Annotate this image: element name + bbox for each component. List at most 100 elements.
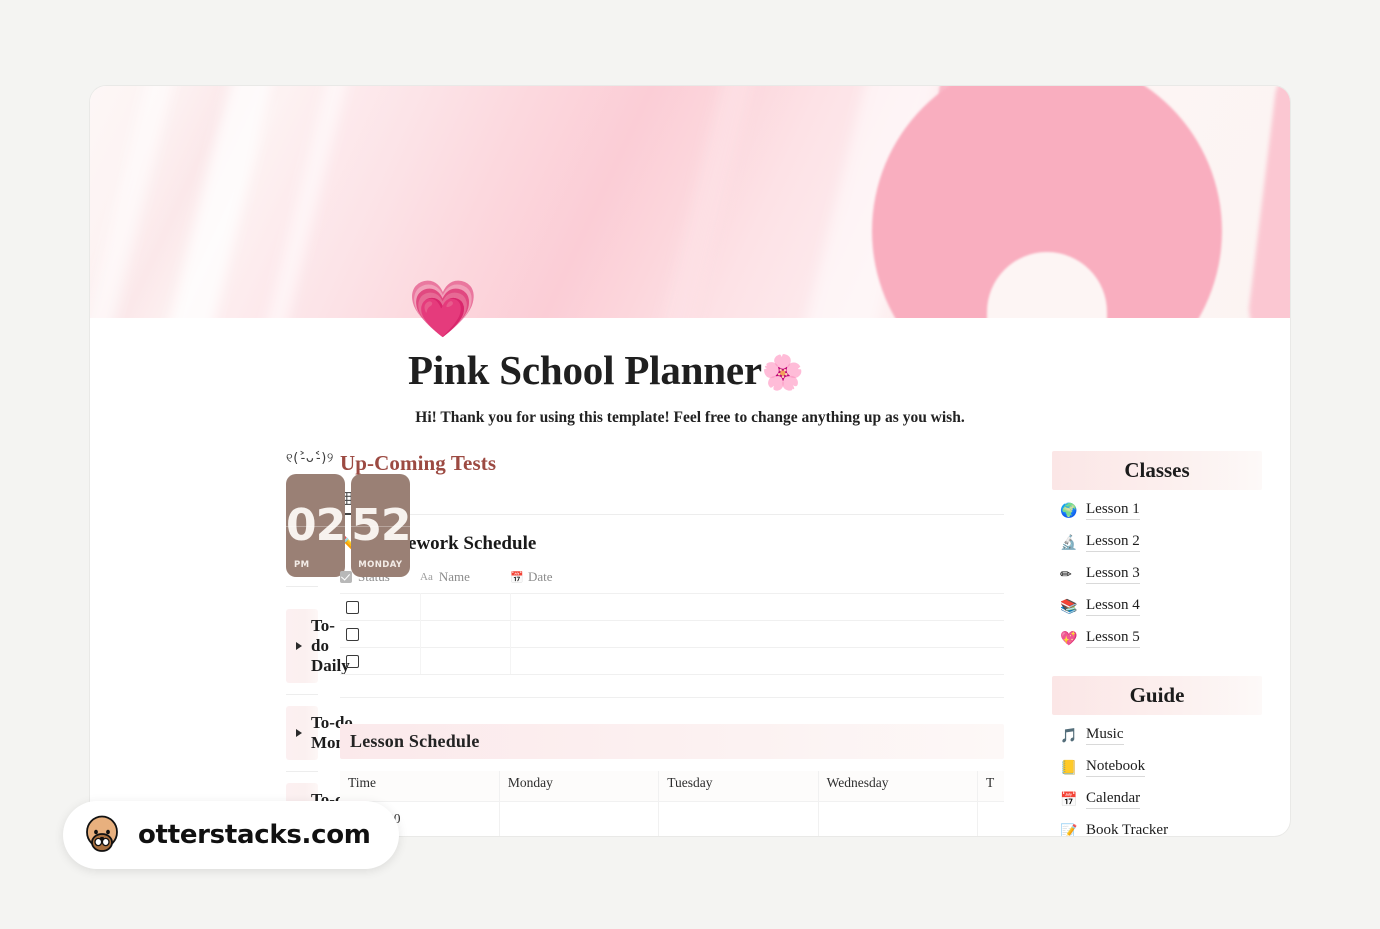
column-header-thursday[interactable]: T <box>977 771 1004 802</box>
checkbox-icon <box>340 571 352 584</box>
row-checkbox[interactable] <box>346 654 359 668</box>
class-link-label: Lesson 2 <box>1086 533 1140 553</box>
column-header-wednesday[interactable]: Wednesday <box>818 771 978 802</box>
cell-name[interactable] <box>420 593 511 621</box>
music-note-icon: 🎵 <box>1060 727 1078 744</box>
divider <box>286 694 318 696</box>
clock-hour-value: 02 <box>286 499 346 551</box>
table-row[interactable]: 8:00-9:00 <box>340 801 1004 836</box>
column-header-name[interactable]: Aa Name <box>420 569 510 594</box>
cover-banner[interactable] <box>90 86 1290 318</box>
guide-link-label: Book Tracker <box>1086 822 1168 836</box>
divider <box>286 771 318 773</box>
guide-link-music[interactable]: 🎵 Music <box>1052 719 1262 751</box>
guide-link-label: Calendar <box>1086 790 1141 810</box>
title-block: Pink School Planner🌸 Hi! Thank you for u… <box>90 318 1290 427</box>
right-column: Classes 🌍 Lesson 1 🔬 Lesson 2 ✏ Lesson 3 <box>1032 451 1262 836</box>
heart-icon: 💖 <box>1060 630 1078 647</box>
calendar-icon: 📅 <box>510 571 524 585</box>
cell-date[interactable] <box>510 593 1004 621</box>
cherry-blossom-icon: 🌸 <box>761 353 805 393</box>
cell-date[interactable] <box>510 647 1004 676</box>
pencil-icon: ✏ <box>1060 566 1072 583</box>
globe-icon: 🌍 <box>1060 502 1078 519</box>
growing-heart-icon[interactable]: 💗 <box>408 282 478 338</box>
class-link-lesson-3[interactable]: ✏ Lesson 3 <box>1052 558 1262 590</box>
guide-link-label: Music <box>1086 726 1124 746</box>
homework-schedule-title: ✏️ Homework Schedule <box>340 533 1004 555</box>
flip-clock-widget[interactable]: 02 PM 52 MONDAY <box>286 474 411 578</box>
guide-link-label: Notebook <box>1086 758 1146 778</box>
column-label: Name <box>438 569 470 585</box>
guide-link-notebook[interactable]: 📒 Notebook <box>1052 751 1262 783</box>
page-body: ୧(˃̵ᴗ˂̵)୨ 02 PM 52 MONDAY To-do Daily To… <box>90 427 1290 836</box>
main-column: Up-Coming Tests Table ✏️ <box>318 451 1032 836</box>
class-link-lesson-2[interactable]: 🔬 Lesson 2 <box>1052 526 1262 558</box>
cell-thursday[interactable] <box>977 801 1004 836</box>
guide-link-calendar[interactable]: 📅 Calendar <box>1052 783 1262 815</box>
row-checkbox[interactable] <box>346 627 359 641</box>
table-row[interactable] <box>340 620 1004 648</box>
microscope-icon: 🔬 <box>1060 534 1078 551</box>
chevron-right-icon <box>296 642 302 651</box>
todo-toggle-daily[interactable]: To-do Daily <box>286 609 350 684</box>
bunny-body-icon <box>872 86 1223 318</box>
divider <box>286 586 318 588</box>
divider <box>340 697 1004 699</box>
banner-streak <box>90 86 193 318</box>
lesson-schedule-header: Lesson Schedule <box>340 724 1004 760</box>
banner-streak <box>145 86 293 318</box>
cell-name[interactable] <box>420 647 511 676</box>
bunny-graphic <box>762 86 1290 318</box>
upcoming-tests-heading: Up-Coming Tests <box>340 451 497 476</box>
watermark-text: otterstacks.com <box>138 820 371 850</box>
otterstacks-watermark[interactable]: otterstacks.com <box>63 801 399 869</box>
lesson-schedule-title: Lesson Schedule <box>350 731 480 752</box>
class-link-label: Lesson 3 <box>1086 565 1140 585</box>
cell-status[interactable] <box>340 593 421 621</box>
text-aa-icon: Aa <box>420 571 433 584</box>
page-title-text: Pink School Planner <box>408 347 762 393</box>
clock-meridiem: PM <box>294 560 310 571</box>
todo-toggle-monthly[interactable]: To-do Monthly <box>286 706 373 761</box>
cell-date[interactable] <box>510 620 1004 648</box>
page-subtitle: Hi! Thank you for using this template! F… <box>415 409 965 427</box>
cell-name[interactable] <box>420 620 511 648</box>
clock-hour-card: 02 PM <box>286 474 346 578</box>
cell-status[interactable] <box>340 647 421 676</box>
cell-monday[interactable] <box>499 801 660 836</box>
class-link-lesson-1[interactable]: 🌍 Lesson 1 <box>1052 494 1262 526</box>
row-checkbox[interactable] <box>346 600 359 614</box>
column-header-date[interactable]: 📅 Date <box>510 569 1004 594</box>
column-header-tuesday[interactable]: Tuesday <box>658 771 819 802</box>
classes-link-list: 🌍 Lesson 1 🔬 Lesson 2 ✏ Lesson 3 📚 Lesso… <box>1052 494 1262 654</box>
page-title: Pink School Planner🌸 <box>408 347 1290 393</box>
banner-streak <box>637 86 773 318</box>
cell-status[interactable] <box>340 620 421 648</box>
clock-weekday: MONDAY <box>358 560 403 571</box>
database-view-tabs: Table <box>340 490 1004 516</box>
guide-link-list: 🎵 Music 📒 Notebook 📅 Calendar 📝 Book Tra… <box>1052 719 1262 836</box>
clock-minute-card: 52 MONDAY <box>351 474 411 578</box>
kaomoji-text: ୧(˃̵ᴗ˂̵)୨ <box>286 451 334 467</box>
classes-panel-title: Classes <box>1052 451 1262 491</box>
otter-icon <box>86 815 118 852</box>
column-label: Date <box>528 569 553 585</box>
homework-table: Status AaName 📅Date <box>340 569 1004 676</box>
lesson-schedule-table: Time Monday Tuesday Wednesday T 8:00-9:0… <box>340 771 1004 836</box>
table-row[interactable] <box>340 593 1004 621</box>
column-header-monday[interactable]: Monday <box>499 771 660 802</box>
guide-link-book-tracker[interactable]: 📝 Book Tracker <box>1052 815 1262 836</box>
column-header-time[interactable]: Time <box>340 771 500 802</box>
banner-side-shape <box>1245 86 1290 318</box>
table-header-row: Status AaName 📅Date <box>340 569 1004 594</box>
class-link-label: Lesson 4 <box>1086 597 1140 617</box>
cell-tuesday[interactable] <box>658 801 819 836</box>
screenshot-root: 💗 Pink School Planner🌸 Hi! Thank you for… <box>0 0 1380 929</box>
class-link-label: Lesson 5 <box>1086 629 1140 649</box>
cell-wednesday[interactable] <box>818 801 978 836</box>
class-link-lesson-4[interactable]: 📚 Lesson 4 <box>1052 590 1262 622</box>
class-link-lesson-5[interactable]: 💖 Lesson 5 <box>1052 622 1262 654</box>
table-row[interactable] <box>340 647 1004 676</box>
